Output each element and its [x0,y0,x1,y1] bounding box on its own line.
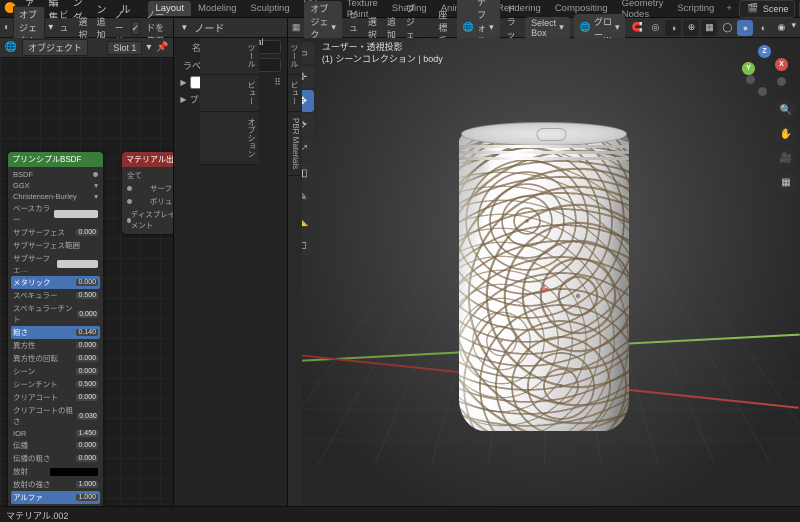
gizmo-y[interactable]: Y [742,62,755,75]
ws-sculpting[interactable]: Sculpting [244,1,297,16]
nav-buttons: 🔍 ✋ 🎥 ▦ [776,100,796,192]
vp-add[interactable]: 追加 [384,15,399,41]
header-right-icons: 🧲 ◎ ◑ ⊕ ▦ ◯ ● ◐ ◉ ▾ [629,20,796,36]
can-ridge [459,151,629,154]
ws-script[interactable]: Scripting [670,1,721,16]
color-swatch[interactable] [50,468,98,476]
pin-icon[interactable]: 📌 [155,41,169,55]
viewport-area: ▦ オブジェクト…▾ ビュー 選択 追加 オブジェクト 座標系: 🌐デフォルト▾… [288,18,800,506]
can-body: ✛ [459,131,629,431]
mid-vertical-tabs: ツール ビュー オプション [200,38,259,165]
input-socket[interactable] [127,199,132,204]
status-bar: マテリアル.002 [0,506,800,522]
object-can[interactable]: ✛ [459,131,629,431]
gizmo-neg[interactable] [758,87,767,96]
sidepanel-header: ▼ ノード [174,18,286,38]
zoom-icon[interactable]: 🔍 [776,100,796,120]
cursor-3d-icon: ✛ [540,285,548,296]
pan-icon[interactable]: ✋ [776,124,796,144]
mid-tab-view[interactable]: ビュー [200,75,259,112]
overlay-toggle[interactable]: ◑ [665,20,681,36]
chevron-down-icon[interactable]: ▾ [791,20,796,36]
node-subheader: 🌐 オブジェクト Slot 1 ▾ 📌 [0,38,173,58]
editor-type-icon[interactable]: ▦ [292,21,301,35]
output-socket[interactable] [93,172,98,177]
vp-tab-view[interactable]: ビュー [288,75,302,112]
input-socket[interactable] [127,186,132,191]
color-swatch[interactable] [57,260,98,268]
node-editor: ◐ オブジェクト ▾ ビュー 選択 追加 ノード ✓ ノードを使用 🌐 オブジェ… [0,18,174,506]
slot-drop[interactable]: Slot 1 [107,41,142,55]
xray-toggle[interactable]: ▦ [701,20,717,36]
shading-matprev-icon[interactable]: ◐ [755,20,771,36]
drag-select[interactable]: Select Box▾ [525,17,570,39]
hdr-add[interactable]: 追加 [93,15,108,41]
gizmo-neg[interactable] [777,77,786,86]
viewport-3d[interactable]: ユーザー・透視投影 (1) シーンコレクション | body ▭ ✛ ✥ ⟳ ⤢… [288,38,800,506]
shader-type-icon[interactable]: 🌐 [4,41,18,55]
proportional-icon[interactable]: ◎ [647,20,663,36]
scene-icon: 🎬 [746,2,760,16]
material-name: マテリアル.002 [6,511,68,521]
viewport-header: ▦ オブジェクト…▾ ビュー 選択 追加 オブジェクト 座標系: 🌐デフォルト▾… [288,18,800,38]
can-ridge [459,157,629,160]
use-nodes-check[interactable]: ✓ [131,21,141,35]
can-ridge [459,145,629,148]
gizmo-toggle[interactable]: ⊕ [683,20,699,36]
node-principled-bsdf[interactable]: プリンシプルBSDF BSDF GGX▾ Christensen-Burley▾… [8,152,103,506]
gizmo-x[interactable]: X [775,58,788,71]
shading-solid-icon[interactable]: ● [737,20,753,36]
vp-tab-tool[interactable]: ツール [288,38,302,75]
gizmo-z[interactable]: Z [758,45,771,58]
can-pulltab [536,128,566,141]
vp-tab-pbr[interactable]: PBR Materials [288,112,302,176]
snap-icon[interactable]: 🧲 [629,20,645,36]
ws-modeling[interactable]: Modeling [191,1,244,16]
gizmo-neg[interactable] [746,75,755,84]
nav-gizmo[interactable]: X Y Z [742,48,788,94]
shading-rendered-icon[interactable]: ◉ [773,20,789,36]
node-title: マテリアル出力 [122,152,173,167]
camera-icon[interactable]: 🎥 [776,148,796,168]
sidepanel-title: ノード [194,20,224,35]
main-area: ◐ オブジェクト ▾ ビュー 選択 追加 ノード ✓ ノードを使用 🌐 オブジェ… [0,18,800,506]
shader-mode[interactable]: オブジェクト [22,39,88,56]
mid-tab-option[interactable]: オプション [200,112,259,165]
perspective-icon[interactable]: ▦ [776,172,796,192]
chevron-down-icon: ▾ [48,22,53,33]
chevron-down-icon: ▾ [146,42,151,53]
editor-type-icon[interactable]: ◐ [4,21,10,35]
vp-select[interactable]: 選択 [365,15,380,41]
hdr-select[interactable]: 選択 [75,15,90,41]
shading-wire-icon[interactable]: ◯ [719,20,735,36]
node-title: プリンシプルBSDF [8,152,103,167]
header-right: 🎬 Scene 🖼 [739,0,800,18]
color-swatch[interactable] [54,210,98,218]
disclosure-icon[interactable]: ▼ [180,23,188,32]
viewport-overlay-text: ユーザー・透視投影 (1) シーンコレクション | body [322,42,443,65]
scene-select[interactable]: 🎬 Scene [739,0,796,18]
node-header: ◐ オブジェクト ▾ ビュー 選択 追加 ノード ✓ ノードを使用 [0,18,173,38]
mid-tab-tool[interactable]: ツール [200,38,259,75]
scene-name: Scene [763,4,789,14]
node-canvas[interactable]: プリンシプルBSDF BSDF GGX▾ Christensen-Burley▾… [0,58,173,506]
node-material-output[interactable]: マテリアル出力 全て▾ サーフェス ボリューム ディスプレイスメント [122,152,173,234]
ws-add[interactable]: + [721,1,737,16]
viewport-npanel-tabs: ツール ビュー PBR Materials [288,38,302,506]
